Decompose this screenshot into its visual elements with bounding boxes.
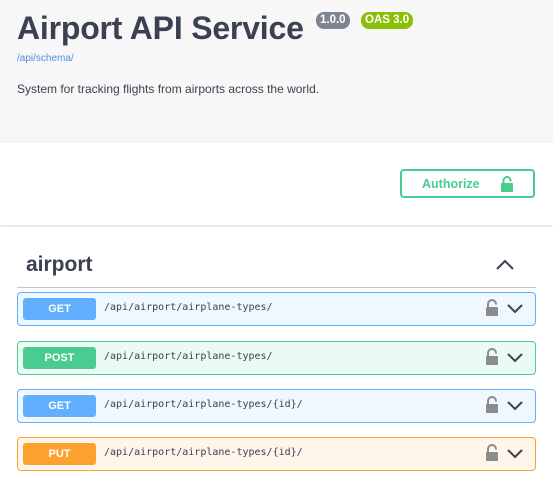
version-badge: 1.0.0 [316, 12, 350, 29]
lock-icon[interactable] [484, 396, 500, 414]
opblock-get-airplane-types[interactable]: GET /api/airport/airplane-types/ [17, 292, 536, 326]
lock-icon [500, 175, 514, 196]
method-badge: PUT [23, 443, 96, 465]
method-badge: GET [23, 395, 96, 417]
authorize-button[interactable]: Authorize [400, 169, 535, 198]
lock-icon[interactable] [484, 444, 500, 462]
chevron-up-icon[interactable] [495, 258, 515, 272]
tag-section-header[interactable]: airport [17, 249, 536, 288]
method-badge: POST [23, 347, 96, 369]
opblock-put-airplane-type-by-id[interactable]: PUT /api/airport/airplane-types/{id}/ [17, 437, 536, 471]
endpoint-path: /api/airport/airplane-types/ [104, 351, 273, 362]
schema-link[interactable]: /api/schema/ [17, 53, 74, 64]
chevron-down-icon[interactable] [506, 351, 524, 365]
api-description: System for tracking flights from airport… [17, 82, 320, 96]
authorize-label: Authorize [422, 176, 480, 191]
endpoint-path: /api/airport/airplane-types/{id}/ [104, 399, 303, 410]
endpoint-path: /api/airport/airplane-types/{id}/ [104, 447, 303, 458]
chevron-down-icon[interactable] [506, 447, 524, 461]
endpoint-path: /api/airport/airplane-types/ [104, 302, 273, 313]
lock-icon[interactable] [484, 299, 500, 317]
method-badge: GET [23, 298, 96, 320]
opblock-get-airplane-type-by-id[interactable]: GET /api/airport/airplane-types/{id}/ [17, 389, 536, 423]
chevron-down-icon[interactable] [506, 399, 524, 413]
lock-icon[interactable] [484, 348, 500, 366]
chevron-down-icon[interactable] [506, 302, 524, 316]
oas-badge: OAS 3.0 [361, 12, 414, 29]
opblock-post-airplane-types[interactable]: POST /api/airport/airplane-types/ [17, 341, 536, 375]
tag-name: airport [26, 253, 93, 276]
api-title: Airport API Service [17, 10, 304, 46]
